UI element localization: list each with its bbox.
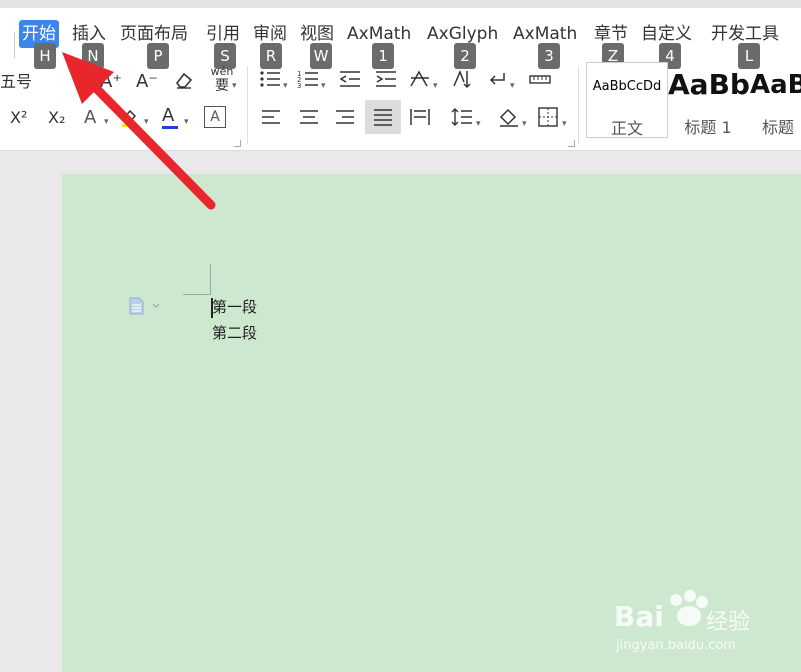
chevron-down-icon[interactable]: ▾	[562, 112, 567, 136]
style-name: 正文	[610, 119, 643, 138]
paragraph-handle[interactable]	[128, 297, 162, 319]
font-color-bar	[162, 126, 178, 129]
distribute-button[interactable]	[408, 106, 432, 135]
chevron-down-icon[interactable]: ▾	[476, 112, 481, 136]
watermark: Bai 经验 jingyan.baidu.com	[612, 586, 772, 666]
keytip-start: H	[34, 43, 56, 69]
document-gutter	[0, 151, 62, 672]
style-heading-1[interactable]: AaBb 标题 1	[668, 62, 750, 137]
distribute-icon	[410, 109, 430, 125]
numbered-list-button[interactable]: 123	[296, 68, 322, 97]
font-size-select[interactable]: 五号	[0, 70, 32, 94]
sort-icon	[453, 70, 471, 89]
indent-icon	[376, 71, 396, 87]
shrink-font-button[interactable]: A⁻	[136, 70, 158, 94]
paragraph-2[interactable]: 第二段	[212, 322, 257, 343]
style-heading[interactable]: AaB 标题	[750, 62, 801, 136]
style-normal[interactable]: AaBbCcDd 正文	[586, 62, 668, 138]
keytip-axmath-2: 3	[538, 43, 560, 69]
text-direction-icon	[410, 70, 429, 87]
align-right-button[interactable]	[334, 106, 356, 135]
document-icon	[129, 297, 160, 315]
text-effect-button[interactable]: A	[84, 106, 96, 130]
keytip-view: W	[310, 43, 332, 69]
keytip-page-layout: P	[147, 43, 169, 69]
tab-separator	[14, 32, 15, 58]
chevron-down-icon[interactable]: ▾	[510, 74, 515, 98]
shading-button[interactable]	[497, 106, 521, 135]
char-border-button[interactable]: A	[204, 106, 226, 128]
paint-bucket-icon	[499, 108, 518, 127]
keytip-insert: N	[82, 43, 104, 69]
show-marks-button[interactable]	[486, 68, 510, 97]
chevron-down-icon[interactable]: ▾	[184, 110, 189, 134]
increase-indent-button[interactable]	[374, 68, 398, 97]
ribbon-tabs: 开始 插入 页面布局 引用 审阅 视图 AxMath AxGlyph AxMat…	[0, 10, 801, 58]
ruler-icon	[529, 75, 551, 84]
keytip-review: R	[260, 43, 282, 69]
chevron-down-icon[interactable]: ▾	[232, 74, 237, 98]
ruler-button[interactable]	[528, 68, 552, 97]
outdent-icon	[339, 71, 360, 87]
chevron-down-icon[interactable]: ▾	[522, 112, 527, 136]
watermark-brand: Bai	[614, 600, 664, 633]
font-dialog-launcher[interactable]	[234, 140, 241, 147]
group-separator	[578, 66, 579, 144]
highlighter-icon	[122, 109, 137, 127]
bullet-list-button[interactable]	[258, 68, 284, 97]
paragraph-1[interactable]: 第一段	[212, 296, 257, 317]
style-name: 标题	[762, 118, 795, 136]
align-center-icon	[300, 110, 318, 124]
margin-corner-mark	[210, 264, 211, 294]
grow-font-button[interactable]: A⁺	[100, 70, 122, 94]
chevron-down-icon[interactable]: ▾	[104, 110, 109, 134]
align-left-button[interactable]	[260, 106, 282, 135]
subscript-button[interactable]: X₂	[48, 106, 65, 130]
style-name: 标题 1	[684, 118, 732, 137]
superscript-button[interactable]: X²	[10, 106, 27, 130]
decrease-indent-button[interactable]	[338, 68, 362, 97]
line-spacing-icon	[451, 108, 472, 126]
bullet-list-icon	[260, 71, 280, 87]
numbered-list-icon: 123	[297, 70, 318, 90]
paragraph-dialog-launcher[interactable]	[568, 140, 575, 147]
highlight-button[interactable]	[120, 106, 140, 135]
svg-text:3: 3	[297, 82, 301, 90]
chinese-layout-button[interactable]	[408, 68, 432, 97]
font-color-letter: A	[162, 105, 175, 126]
chevron-down-icon[interactable]: ▾	[433, 74, 438, 98]
align-right-icon	[336, 110, 354, 124]
line-spacing-button[interactable]	[450, 106, 474, 135]
align-center-button[interactable]	[298, 106, 320, 135]
title-strip	[0, 0, 801, 8]
margin-corner-mark	[183, 294, 211, 295]
clear-format-button[interactable]	[172, 68, 196, 97]
paragraph-mark-icon	[489, 73, 505, 85]
keytip-axmath: 1	[372, 43, 394, 69]
align-justify-icon	[374, 109, 392, 126]
group-separator	[247, 66, 248, 144]
align-left-icon	[262, 110, 280, 124]
watermark-brand2: 经验	[706, 610, 751, 635]
style-sample: AaBb	[668, 68, 750, 101]
chevron-down-icon[interactable]: ▾	[283, 74, 288, 98]
eraser-icon	[175, 72, 193, 89]
chevron-down-icon[interactable]: ▾	[144, 110, 149, 134]
borders-button[interactable]	[537, 106, 559, 135]
style-sample: AaB	[750, 70, 801, 100]
style-sample: AaBbCcDd	[592, 79, 662, 94]
font-color-button[interactable]: A	[162, 104, 178, 129]
chevron-down-icon[interactable]: ▾	[321, 74, 326, 98]
sort-button[interactable]	[450, 68, 474, 97]
watermark-url: jingyan.baidu.com	[616, 638, 736, 653]
justify-button[interactable]	[365, 100, 401, 134]
borders-icon	[538, 107, 558, 127]
keytip-axglyph: 2	[454, 43, 476, 69]
